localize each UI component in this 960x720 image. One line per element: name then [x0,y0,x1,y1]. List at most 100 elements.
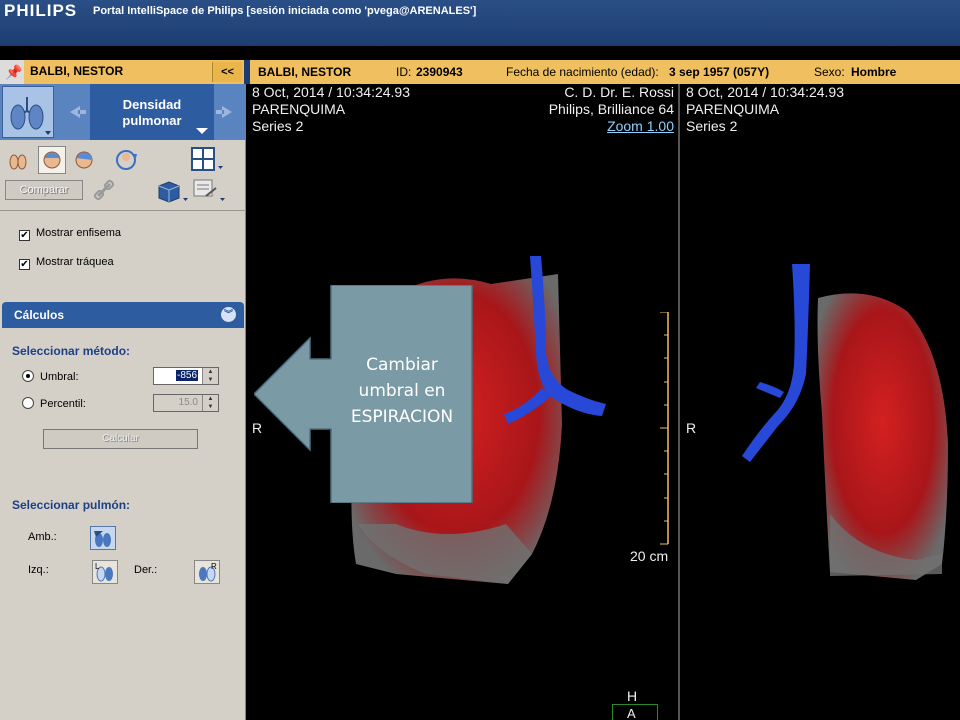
window-title: Portal IntelliSpace de Philips [sesión i… [93,5,477,17]
study-info-left-2: 8 Oct, 2014 / 10:34:24.93 PARENQUIMA Ser… [686,84,844,135]
both-lungs-icon [94,531,111,547]
application-nav: Densidad pulmonar [0,84,246,140]
patient-info-bar: BALBI, NESTOR ID: 2390943 Fecha de nacim… [250,60,960,84]
rotate-person-icon [116,150,137,170]
study-series: Series 2 [252,118,304,134]
grid-layout-icon [191,147,223,171]
scanner: Philips, Brilliance 64 [548,101,674,117]
left-lung-label: Izq.: [28,564,49,576]
link-icon [93,179,115,201]
face-side-icon [75,151,93,169]
checkbox-checked-icon: ✔ [19,259,30,270]
radio-selected-icon [22,370,34,382]
percentile-value: 15.0 [178,397,198,408]
lung-render-image-right [742,264,948,580]
calculations-panel: Seleccionar método: Umbral: -856 ▲ ▼ Perc… [2,328,244,720]
calculate-button[interactable]: Calcular [43,429,198,449]
lungs-app-button[interactable] [2,86,54,138]
cube-icon [158,181,188,203]
patient-name-left: BALBI, NESTOR [30,64,124,78]
checkbox-checked-icon: ✔ [19,230,30,241]
previous-step-button[interactable] [56,84,88,140]
report-button[interactable] [192,176,225,204]
lungs-icon [10,97,51,135]
threshold-stepper[interactable]: -856 ▲ ▼ [153,367,219,385]
rotate-view-button[interactable] [112,146,140,174]
show-emphysema-label: Mostrar enfisema [36,227,121,239]
sex-label: Sexo: [814,65,845,79]
next-step-button[interactable] [214,84,246,140]
threshold-radio[interactable]: Umbral: [22,370,79,383]
study-info-left: 8 Oct, 2014 / 10:34:24.93 PARENQUIMA Ser… [252,84,410,135]
show-trachea-label: Mostrar tráquea [36,256,114,268]
percentile-stepper[interactable]: 15.0 ▲ ▼ [153,394,219,412]
callout-line-2: umbral en [358,381,446,401]
left-lung-button[interactable]: L [92,560,118,584]
stepper-arrows-icon[interactable]: ▲ ▼ [202,395,218,411]
study-protocol: PARENQUIMA [252,101,346,117]
callout-text: Cambiar umbral en ESPIRACION [334,352,470,430]
nav-title-label: Densidad pulmonar [122,97,182,128]
collapse-panel-button[interactable]: << [212,62,242,82]
side-view-button[interactable] [70,146,98,174]
pin-icon: 📌 [5,64,23,80]
calculations-title: Cálculos [14,308,65,322]
percentile-radio[interactable]: Percentil: [22,397,86,410]
orientation-a: A [627,706,636,720]
patient-strip: 📌 BALBI, NESTOR << BALBI, NESTOR ID: 239… [0,60,960,84]
report-edit-icon [193,179,225,201]
left-lung-icon: L [95,562,113,582]
face-front-icon [43,151,61,169]
callout-line-1: Cambiar [366,355,438,375]
radio-unselected-icon [22,397,34,409]
collapse-chevron-icon[interactable]: ︾ [221,307,236,322]
study-series: Series 2 [686,118,738,134]
dob-label: Fecha de nacimiento (edad): [506,65,659,79]
study-protocol: PARENQUIMA [686,101,780,117]
title-bar: PHILIPS Portal IntelliSpace de Philips [… [0,0,960,46]
volume-button[interactable] [155,176,188,204]
study-info-right: C. D. Dr. E. Rossi Philips, Brilliance 6… [549,84,674,135]
divider [0,210,246,211]
zoom-link[interactable]: Zoom 1.00 [549,118,674,135]
show-emphysema-checkbox[interactable]: ✔ Mostrar enfisema [19,227,121,241]
front-view-button[interactable] [38,146,66,174]
callout-line-3: ESPIRACION [350,407,454,427]
percentile-label: Percentil: [40,398,86,410]
calculations-header[interactable]: Cálculos ︾ [2,302,244,328]
sex-value: Hombre [851,65,897,79]
study-date: 8 Oct, 2014 / 10:34:24.93 [686,84,845,100]
orientation-r-2: R [686,420,697,436]
orientation-h: H [627,688,638,704]
right-lung-label: Der.: [134,564,158,576]
orientation-cube-icon[interactable]: A [612,704,658,720]
show-trachea-checkbox[interactable]: ✔ Mostrar tráquea [19,256,114,270]
physician: C. D. Dr. E. Rossi [564,84,674,100]
svg-text:L: L [95,562,100,571]
right-lung-button[interactable]: R [194,560,220,584]
link-button[interactable] [90,176,118,204]
dob-value: 3 sep 1957 (057Y) [669,65,770,79]
right-lung-icon: R [199,562,217,582]
nav-title-dropdown[interactable]: Densidad pulmonar [90,84,214,140]
both-lungs-button[interactable] [90,526,116,550]
threshold-label: Umbral: [40,371,79,383]
study-date: 8 Oct, 2014 / 10:34:24.93 [252,84,411,100]
feet-icon [9,154,27,170]
viewport-right[interactable]: 8 Oct, 2014 / 10:34:24.93 PARENQUIMA Ser… [680,84,960,720]
layout-button[interactable] [190,146,223,174]
left-panel: Densidad pulmonar Comparar ✔ Mostrar enf… [0,84,246,720]
compare-button[interactable]: Comparar [5,180,83,200]
stepper-arrows-icon[interactable]: ▲ ▼ [202,368,218,384]
feet-view-button[interactable] [4,146,32,174]
patient-id-label: ID: [396,65,412,79]
patient-name: BALBI, NESTOR [258,65,352,79]
pin-button[interactable]: 📌 [0,60,24,84]
arrow-left-icon [70,106,86,118]
philips-logo: PHILIPS [4,1,78,20]
svg-text:R: R [211,562,217,571]
arrow-right-icon [216,106,232,118]
both-lungs-label: Amb.: [28,531,57,543]
select-method-title: Seleccionar método: [12,344,131,358]
select-lung-title: Seleccionar pulmón: [12,498,131,512]
